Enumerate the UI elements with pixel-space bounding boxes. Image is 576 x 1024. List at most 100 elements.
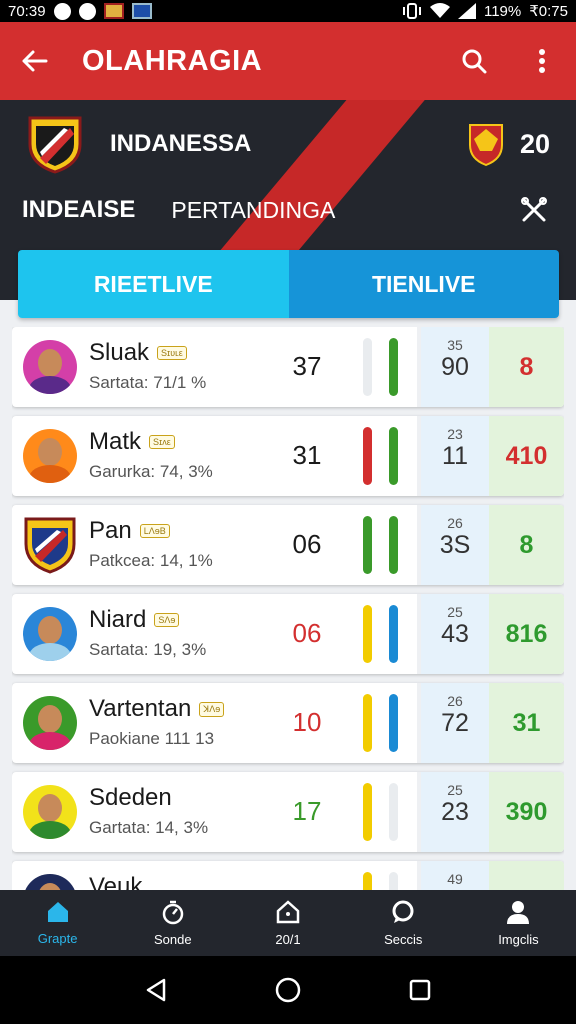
avatar-shirt (29, 465, 71, 483)
back-triangle-icon[interactable] (140, 974, 172, 1006)
stat-column: 35 90 (421, 327, 489, 407)
form-bar-1 (362, 427, 372, 485)
search-icon[interactable] (458, 45, 490, 77)
team-name: INDANESSA (110, 130, 252, 157)
nav-label: 20/1 (275, 932, 301, 947)
nav-item-3[interactable]: Seccis (346, 890, 461, 956)
player-badge: LɅɘB (139, 524, 170, 538)
player-info: Vartentan ꓘɅɘ Paokiane 111 13 (89, 683, 271, 763)
photo-notification-icon (131, 3, 152, 19)
player-list[interactable]: Sluak Sɪʋʟε Sartata: 71/1 % 37 35 90 8 M… (12, 327, 564, 890)
wifi-icon (429, 3, 450, 18)
form-bar-1 (362, 605, 372, 663)
form-bars (343, 327, 417, 407)
player-name: Sdeden (89, 784, 172, 811)
player-row[interactable]: Pan LɅɘB Patkcea: 14, 1% 06 26 3S 8 (12, 505, 564, 585)
stat-column: 25 43 (421, 594, 489, 674)
status-bar: 70:39 119% ₹0:75 (0, 0, 576, 22)
stat-column: 25 23 (421, 772, 489, 852)
battery-percent: 119% (483, 2, 522, 20)
player-row[interactable]: Niard SɅɘ Sartata: 19, 3% 06 25 43 816 (12, 594, 564, 674)
avatar-face (38, 349, 62, 377)
avatar-shirt (29, 732, 71, 750)
form-bars (343, 772, 417, 852)
nav-item-2[interactable]: 20/1 (230, 890, 345, 956)
stopwatch-icon (160, 899, 186, 928)
stat-column: 49 (421, 861, 489, 890)
player-stat: Gartata: 14, 3% (89, 818, 209, 837)
player-name: Veuk (89, 873, 143, 890)
points-value: 31 (489, 683, 564, 763)
home-circle-icon[interactable] (272, 974, 304, 1006)
player-score: 31 (292, 440, 322, 470)
player-stat: Paokiane 111 13 (89, 729, 215, 748)
player-name: Sluak (89, 339, 150, 366)
recents-square-icon[interactable] (404, 974, 436, 1006)
player-stat: Patkcea: 14, 1% (89, 551, 213, 570)
nav-item-1[interactable]: Sonde (115, 890, 230, 956)
player-row[interactable]: Sdeden Gartata: 14, 3% 17 25 23 390 (12, 772, 564, 852)
tools-icon[interactable] (518, 194, 550, 226)
form-bar-2 (388, 427, 398, 485)
form-bar-2 (388, 516, 398, 574)
player-name: Pan (89, 517, 132, 544)
match-label: PERTANDINGA (171, 196, 336, 223)
nav-item-4[interactable]: Imgclis (461, 890, 576, 956)
player-row[interactable]: Sluak Sɪʋʟε Sartata: 71/1 % 37 35 90 8 (12, 327, 564, 407)
stat-small: 35 (447, 337, 463, 353)
back-arrow-icon[interactable] (18, 45, 50, 77)
match-score: 20 (519, 128, 550, 159)
player-score: 17 (292, 796, 322, 826)
player-avatar (23, 874, 77, 890)
nav-label: Seccis (384, 932, 423, 947)
player-avatar (23, 607, 77, 661)
player-row[interactable]: Vartentan ꓘɅɘ Paokiane 111 13 10 26 72 3… (12, 683, 564, 763)
chat-icon (390, 899, 416, 928)
stat-small: 25 (447, 604, 463, 620)
stat-small: 25 (447, 782, 463, 798)
stat-small: 49 (447, 871, 463, 887)
tab-tienlive[interactable]: TIENLIVE (288, 250, 559, 318)
points-value: 410 (489, 416, 564, 496)
tab-rieetlive[interactable]: RIEETLIVE (18, 250, 289, 318)
player-row[interactable]: Veuk 49 (12, 861, 564, 890)
tab-bar: RIEETLIVE TIENLIVE (18, 250, 559, 318)
player-stat: Sartata: 71/1 % (89, 373, 207, 392)
bottom-navigation: Grapte Sonde 20/1 Seccis Imgclis (0, 890, 576, 956)
club-crest-icon (24, 517, 76, 574)
form-bar-1 (362, 783, 372, 841)
avatar-shirt (29, 821, 71, 839)
player-row[interactable]: Matk Sɪʌε Garurka: 74, 3% 31 23 11 410 (12, 416, 564, 496)
stat-small: 26 (447, 515, 463, 531)
form-bar-1 (362, 872, 372, 890)
player-avatar (23, 696, 77, 750)
form-bar-2 (388, 605, 398, 663)
player-info: Sdeden Gartata: 14, 3% (89, 772, 271, 852)
form-bar-2 (388, 694, 398, 752)
player-score: 06 (292, 529, 322, 559)
player-badge: Sɪʋʟε (157, 346, 187, 360)
house-icon (275, 899, 301, 928)
status-right-time: ₹0:75 (529, 3, 568, 20)
avatar-face (38, 705, 62, 733)
player-score: 37 (292, 351, 322, 381)
home-icon (45, 900, 71, 927)
points-value: 8 (489, 327, 564, 407)
stat-small: 26 (447, 693, 463, 709)
stat-big: 43 (441, 620, 469, 648)
player-badge: SɅɘ (154, 613, 180, 627)
status-time: 70:39 (8, 2, 46, 20)
stat-big: 72 (441, 709, 469, 737)
nav-item-0[interactable]: Grapte (0, 890, 115, 956)
form-bars (343, 416, 417, 496)
form-bars (343, 683, 417, 763)
form-bar-1 (362, 338, 372, 396)
stat-big: 3S (439, 531, 471, 559)
avatar-face (38, 883, 62, 890)
signal-icon (457, 3, 476, 19)
form-bars (343, 594, 417, 674)
more-vert-icon[interactable] (526, 45, 558, 77)
nav-label: Imgclis (498, 932, 539, 947)
game-notification-icon (103, 3, 124, 19)
player-name: Niard (89, 606, 147, 633)
